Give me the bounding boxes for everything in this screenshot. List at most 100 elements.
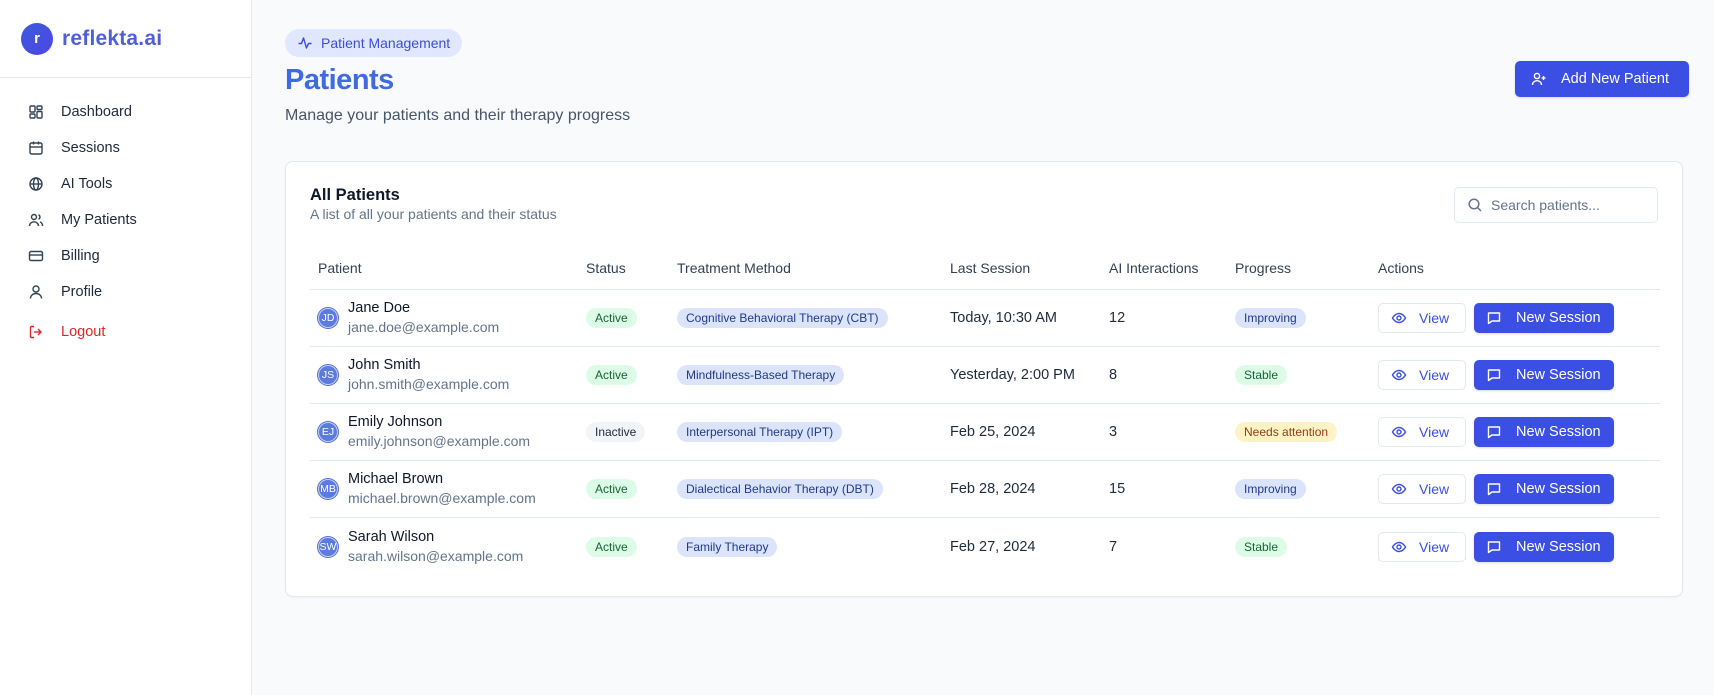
view-label: View (1419, 367, 1450, 383)
progress-badge: Needs attention (1235, 422, 1338, 442)
treatment-badge: Mindfulness-Based Therapy (677, 365, 845, 385)
patient-cell: JD Jane Doe jane.doe@example.com (310, 299, 586, 337)
progress-badge: Stable (1235, 365, 1288, 385)
eye-icon (1391, 310, 1407, 326)
progress-badge: Improving (1235, 479, 1306, 499)
table-row[interactable]: MB Michael Brown michael.brown@example.com… (310, 461, 1660, 518)
sidebar-item-sessions[interactable]: Sessions (0, 130, 251, 166)
status-cell: Active (586, 308, 677, 328)
table-row[interactable]: SW Sarah Wilson sarah.wilson@example.com Ac… (310, 518, 1660, 575)
table-row[interactable]: EJ Emily Johnson emily.johnson@example.com… (310, 404, 1660, 461)
avatar: JD (318, 308, 338, 328)
sidebar-item-label: Profile (61, 284, 103, 300)
progress-cell: Stable (1235, 536, 1378, 557)
status-badge: Active (586, 479, 637, 499)
treatment-cell: Mindfulness-Based Therapy (677, 365, 950, 385)
table-row[interactable]: JS John Smith john.smith@example.com Active… (310, 347, 1660, 404)
progress-cell: Improving (1235, 308, 1378, 328)
brand-logo: r (21, 22, 53, 55)
view-button[interactable]: View (1378, 531, 1466, 562)
patient-email: emily.johnson@example.com (348, 433, 531, 449)
sidebar-item-dashboard[interactable]: Dashboard (0, 94, 251, 130)
new-session-button[interactable]: New Session (1474, 531, 1614, 562)
patient-info: JD Jane Doe jane.doe@example.com (318, 299, 586, 337)
view-button[interactable]: View (1378, 360, 1466, 390)
avatar: MB (318, 479, 338, 499)
patient-email: jane.doe@example.com (348, 319, 500, 335)
patient-name: Sarah Wilson (348, 528, 435, 545)
add-new-patient-button[interactable]: Add New Patient (1515, 61, 1689, 97)
new-session-label: New Session (1516, 310, 1601, 326)
last-session: Feb 27, 2024 (950, 538, 1036, 555)
view-label: View (1419, 310, 1450, 326)
credit-card-icon (28, 248, 44, 264)
treatment-badge: Family Therapy (677, 536, 778, 557)
patient-details: Jane Doe jane.doe@example.com (348, 299, 499, 337)
table-row[interactable]: JD Jane Doe jane.doe@example.com Active Cogn… (310, 290, 1660, 347)
status-cell: Active (586, 479, 677, 499)
view-button[interactable]: View (1378, 474, 1466, 504)
ai-interactions: 12 (1109, 310, 1126, 326)
new-session-button[interactable]: New Session (1474, 474, 1614, 504)
card-title: All Patients (310, 186, 400, 204)
sidebar-item-profile[interactable]: Profile (0, 274, 251, 310)
avatar: SW (318, 536, 338, 557)
patient-email: john.smith@example.com (348, 376, 510, 392)
sidebar-item-billing[interactable]: Billing (0, 238, 251, 274)
logout-label: Logout (61, 324, 106, 340)
status-badge: Active (586, 536, 637, 557)
progress-badge: Improving (1235, 308, 1306, 328)
new-session-label: New Session (1516, 481, 1601, 497)
view-label: View (1419, 424, 1450, 440)
progress-cell: Improving (1235, 479, 1378, 499)
new-session-button[interactable]: New Session (1474, 417, 1614, 447)
brand[interactable]: r reflekta.ai (0, 0, 251, 78)
view-button[interactable]: View (1378, 303, 1466, 333)
treatment-badge: Dialectical Behavior Therapy (DBT) (677, 479, 883, 499)
view-button[interactable]: View (1378, 417, 1466, 447)
status-badge: Inactive (586, 422, 646, 442)
sidebar-item-label: My Patients (61, 212, 137, 228)
last-session: Yesterday, 2:00 PM (950, 367, 1075, 383)
patient-cell: MB Michael Brown michael.brown@example.com (310, 470, 586, 508)
sidebar-item-ai-tools[interactable]: AI Tools (0, 166, 251, 202)
patient-cell: SW Sarah Wilson sarah.wilson@example.com (310, 528, 586, 566)
eye-icon (1391, 481, 1407, 497)
message-square-icon (1486, 424, 1502, 440)
last-session: Feb 28, 2024 (950, 481, 1036, 497)
user-plus-icon (1531, 71, 1547, 87)
logout-icon (28, 324, 44, 340)
ai-interactions: 3 (1109, 424, 1118, 440)
patient-name: John Smith (348, 357, 421, 373)
column-header-ai-interactions: AI Interactions (1109, 260, 1199, 276)
page-subtitle: Manage your patients and their therapy p… (285, 107, 631, 124)
column-header-progress: Progress (1235, 260, 1292, 276)
avatar: JS (318, 365, 338, 385)
sidebar-item-label: AI Tools (61, 176, 113, 192)
search-box[interactable] (1454, 187, 1658, 223)
progress-badge: Stable (1235, 536, 1288, 557)
actions-cell: View New Session (1378, 474, 1660, 504)
treatment-cell: Interpersonal Therapy (IPT) (677, 422, 950, 442)
card-subtitle: A list of all your patients and their st… (310, 206, 557, 222)
brand-name: reflekta.ai (62, 26, 163, 50)
logout-button[interactable]: Logout (0, 314, 251, 350)
sidebar-nav: Dashboard Sessions AI Tools My Patients … (0, 78, 251, 350)
sidebar-item-my-patients[interactable]: My Patients (0, 202, 251, 238)
view-label: View (1419, 538, 1450, 555)
new-session-button[interactable]: New Session (1474, 360, 1614, 390)
sidebar-item-label: Billing (61, 248, 100, 264)
treatment-cell: Dialectical Behavior Therapy (DBT) (677, 479, 950, 499)
globe-icon (28, 176, 44, 192)
patient-cell: EJ Emily Johnson emily.johnson@example.com (310, 413, 586, 451)
eye-icon (1391, 539, 1407, 555)
status-cell: Active (586, 536, 677, 557)
search-input[interactable] (1491, 197, 1651, 213)
column-header-status: Status (586, 260, 626, 276)
eye-icon (1391, 367, 1407, 383)
message-square-icon (1486, 310, 1502, 326)
treatment-cell: Family Therapy (677, 536, 950, 557)
sidebar: r reflekta.ai Dashboard Sessions AI Tool… (0, 0, 252, 695)
dashboard-icon (28, 104, 44, 120)
new-session-button[interactable]: New Session (1474, 303, 1614, 333)
